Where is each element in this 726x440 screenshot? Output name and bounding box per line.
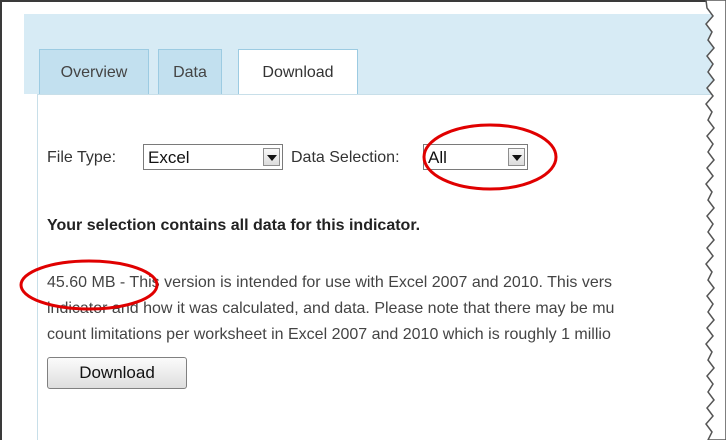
file-size: 45.60 MB (47, 274, 116, 291)
download-page: Overview Data Download File Type: Excel … (0, 0, 726, 440)
tab-download-label: Download (262, 64, 334, 81)
tab-strip: Overview Data Download (24, 14, 724, 96)
file-type-value: Excel (148, 148, 190, 167)
data-selection-select[interactable]: All (423, 144, 528, 170)
tab-overview-label: Overview (60, 64, 128, 81)
chevron-down-icon[interactable] (263, 148, 280, 166)
chevron-down-icon[interactable] (508, 148, 525, 166)
frame-top-border (0, 0, 710, 2)
description-line-1: 45.60 MB - This version is intended for … (47, 274, 612, 292)
download-button[interactable]: Download (47, 357, 187, 389)
tab-data-label: Data (173, 64, 207, 81)
description-line-2: indicator and how it was calculated, and… (47, 300, 615, 317)
file-type-select[interactable]: Excel (143, 144, 283, 170)
data-selection-value: All (428, 148, 447, 167)
tab-data[interactable]: Data (158, 49, 222, 94)
data-selection-label: Data Selection: (291, 149, 400, 166)
tab-download[interactable]: Download (238, 49, 358, 96)
frame-left-border (0, 0, 2, 440)
tab-overview[interactable]: Overview (39, 49, 149, 94)
selection-note: Your selection contains all data for thi… (47, 217, 421, 234)
description-text-1: This version is intended for use with Ex… (129, 274, 613, 291)
file-type-label: File Type: (47, 149, 117, 166)
separator: - (115, 274, 130, 291)
description-line-3: count limitations per worksheet in Excel… (47, 326, 611, 343)
